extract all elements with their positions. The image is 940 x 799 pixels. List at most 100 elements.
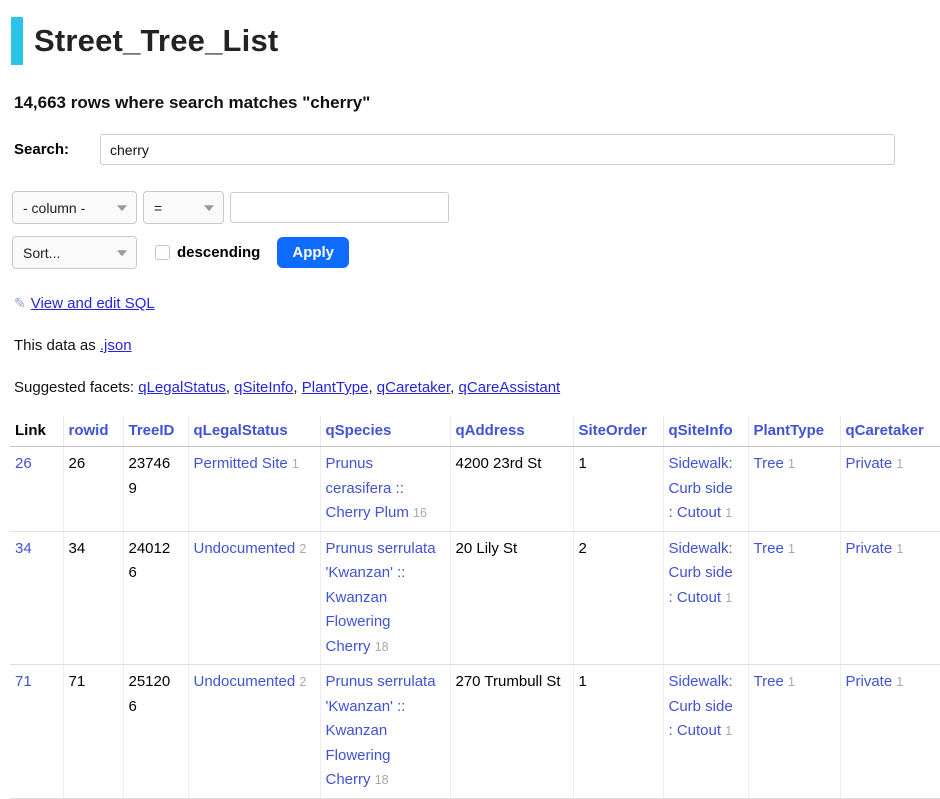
page-title: Street_Tree_List bbox=[34, 17, 278, 65]
facet-count: 1 bbox=[725, 724, 732, 738]
cell-qsiteinfo: Sidewalk: Curb side : Cutout 1 bbox=[663, 531, 748, 665]
qsiteinfo-link[interactable]: Sidewalk: Curb side : Cutout bbox=[669, 455, 733, 521]
cell-qspecies: Prunus serrulata 'Kwanzan' :: Kwanzan Fl… bbox=[320, 665, 450, 799]
page: Street_Tree_List 14,663 rows where searc… bbox=[0, 0, 940, 799]
planttype-link[interactable]: Tree bbox=[754, 455, 784, 472]
qsiteinfo-link[interactable]: Sidewalk: Curb side : Cutout bbox=[669, 673, 733, 739]
qlegalstatus-link[interactable]: Undocumented bbox=[194, 540, 296, 557]
column-header-treeid-link[interactable]: TreeID bbox=[129, 422, 175, 439]
column-header-qaddress-link[interactable]: qAddress bbox=[456, 422, 525, 439]
cell-qaddress: 270 Trumbull St bbox=[450, 665, 573, 799]
data-as-prefix: This data as bbox=[14, 337, 100, 354]
facet-count: 2 bbox=[299, 675, 306, 689]
qcaretaker-link[interactable]: Private bbox=[846, 540, 893, 557]
column-header-treeid: TreeID bbox=[123, 416, 188, 447]
column-header-qlegalstatus-link[interactable]: qLegalStatus bbox=[194, 422, 288, 439]
cell-qlegalstatus: Permitted Site 1 bbox=[188, 447, 320, 532]
cell-qsiteinfo: Sidewalk: Curb side : Cutout 1 bbox=[663, 665, 748, 799]
pencil-icon: ✎ bbox=[14, 295, 26, 311]
facet-link-qcaretaker[interactable]: qCaretaker bbox=[377, 379, 450, 396]
column-header-siteorder: SiteOrder bbox=[573, 416, 663, 447]
sort-select[interactable]: Sort... bbox=[12, 236, 137, 269]
qspecies-link[interactable]: Prunus serrulata 'Kwanzan' :: Kwanzan Fl… bbox=[326, 673, 436, 788]
cell-qspecies: Prunus cerasifera :: Cherry Plum 16 bbox=[320, 447, 450, 532]
qlegalstatus-link[interactable]: Undocumented bbox=[194, 673, 296, 690]
qlegalstatus-link[interactable]: Permitted Site bbox=[194, 455, 288, 472]
view-edit-sql-link[interactable]: View and edit SQL bbox=[31, 295, 155, 312]
facet-count: 18 bbox=[375, 640, 389, 654]
qsiteinfo-link[interactable]: Sidewalk: Curb side : Cutout bbox=[669, 540, 733, 606]
cell-planttype: Tree 1 bbox=[748, 531, 840, 665]
view-edit-sql-row: ✎ View and edit SQL bbox=[14, 295, 940, 312]
cell-treeid: 240126 bbox=[123, 531, 188, 665]
table-row: 26 26 237469 Permitted Site 1 Prunus cer… bbox=[10, 447, 940, 532]
column-header-qcaretaker: qCaretaker bbox=[840, 416, 940, 447]
column-header-qsiteinfo: qSiteInfo bbox=[663, 416, 748, 447]
facets-prefix: Suggested facets: bbox=[14, 379, 138, 396]
column-header-qspecies-link[interactable]: qSpecies bbox=[326, 422, 392, 439]
cell-qsiteinfo: Sidewalk: Curb side : Cutout 1 bbox=[663, 447, 748, 532]
cell-treeid: 237469 bbox=[123, 447, 188, 532]
descending-label: descending bbox=[177, 244, 260, 261]
search-input[interactable] bbox=[100, 134, 895, 165]
cell-qspecies: Prunus serrulata 'Kwanzan' :: Kwanzan Fl… bbox=[320, 531, 450, 665]
qcaretaker-link[interactable]: Private bbox=[846, 673, 893, 690]
cell-link: 34 bbox=[10, 531, 63, 665]
row-link[interactable]: 34 bbox=[15, 540, 32, 557]
qspecies-link[interactable]: Prunus cerasifera :: Cherry Plum bbox=[326, 455, 409, 521]
facet-separator: , bbox=[293, 379, 301, 396]
json-link[interactable]: .json bbox=[100, 337, 132, 354]
facet-count: 1 bbox=[896, 457, 903, 471]
facet-link-qsiteinfo[interactable]: qSiteInfo bbox=[234, 379, 293, 396]
qspecies-link[interactable]: Prunus serrulata 'Kwanzan' :: Kwanzan Fl… bbox=[326, 540, 436, 655]
filter-value-input[interactable] bbox=[230, 192, 449, 223]
planttype-link[interactable]: Tree bbox=[754, 540, 784, 557]
column-header-planttype: PlantType bbox=[748, 416, 840, 447]
facet-count: 1 bbox=[788, 675, 795, 689]
column-header-qsiteinfo-link[interactable]: qSiteInfo bbox=[669, 422, 733, 439]
facet-separator: , bbox=[226, 379, 234, 396]
results-table: Link rowid TreeID qLegalStatus qSpecies … bbox=[10, 416, 940, 799]
apply-button[interactable]: Apply bbox=[277, 237, 349, 268]
facet-link-qcareassistant[interactable]: qCareAssistant bbox=[459, 379, 561, 396]
cell-siteorder: 2 bbox=[573, 531, 663, 665]
row-link[interactable]: 71 bbox=[15, 673, 32, 690]
cell-planttype: Tree 1 bbox=[748, 447, 840, 532]
column-header-rowid-link[interactable]: rowid bbox=[69, 422, 109, 439]
cell-rowid: 34 bbox=[63, 531, 123, 665]
facet-count: 1 bbox=[896, 542, 903, 556]
column-header-siteorder-link[interactable]: SiteOrder bbox=[579, 422, 647, 439]
cell-qaddress: 4200 23rd St bbox=[450, 447, 573, 532]
facet-count: 1 bbox=[292, 457, 299, 471]
facet-count: 16 bbox=[413, 506, 427, 520]
table-header-row: Link rowid TreeID qLegalStatus qSpecies … bbox=[10, 416, 940, 447]
filter-column-select[interactable]: - column - bbox=[12, 191, 137, 224]
facet-count: 2 bbox=[299, 542, 306, 556]
column-header-qcaretaker-link[interactable]: qCaretaker bbox=[846, 422, 924, 439]
descending-checkbox[interactable] bbox=[155, 245, 170, 260]
facet-count: 1 bbox=[788, 457, 795, 471]
column-header-qlegalstatus: qLegalStatus bbox=[188, 416, 320, 447]
filter-op-select[interactable]: = bbox=[143, 191, 224, 224]
column-header-planttype-link[interactable]: PlantType bbox=[754, 422, 825, 439]
cell-qlegalstatus: Undocumented 2 bbox=[188, 531, 320, 665]
cell-link: 71 bbox=[10, 665, 63, 799]
cell-qlegalstatus: Undocumented 2 bbox=[188, 665, 320, 799]
planttype-link[interactable]: Tree bbox=[754, 673, 784, 690]
cell-qcaretaker: Private 1 bbox=[840, 447, 940, 532]
search-row: Search: bbox=[14, 134, 940, 165]
page-header: Street_Tree_List bbox=[11, 17, 940, 65]
facet-link-qlegalstatus[interactable]: qLegalStatus bbox=[138, 379, 226, 396]
facet-separator: , bbox=[368, 379, 376, 396]
table-row: 34 34 240126 Undocumented 2 Prunus serru… bbox=[10, 531, 940, 665]
row-link[interactable]: 26 bbox=[15, 455, 32, 472]
cell-siteorder: 1 bbox=[573, 447, 663, 532]
facet-link-planttype[interactable]: PlantType bbox=[302, 379, 369, 396]
search-label: Search: bbox=[14, 141, 100, 158]
qcaretaker-link[interactable]: Private bbox=[846, 455, 893, 472]
cell-treeid: 251206 bbox=[123, 665, 188, 799]
facet-separator: , bbox=[450, 379, 458, 396]
filter-row: - column - = bbox=[12, 191, 940, 224]
data-export-row: This data as .json bbox=[14, 337, 940, 354]
facet-count: 1 bbox=[725, 591, 732, 605]
